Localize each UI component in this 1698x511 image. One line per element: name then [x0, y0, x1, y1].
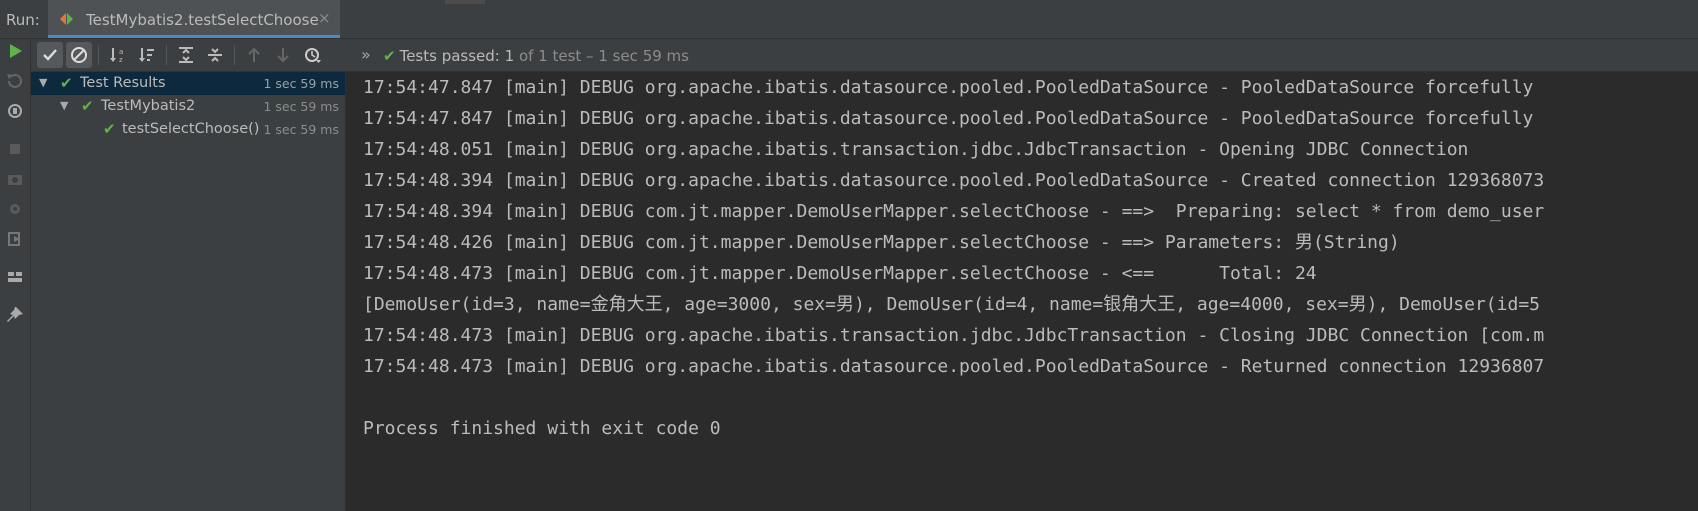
sort-duration-icon: [139, 48, 154, 62]
tree-item-duration: 1 sec 59 ms: [263, 122, 339, 137]
show-ignored-icon: [71, 47, 87, 63]
console-line: 17:54:48.473 [main] DEBUG org.apache.iba…: [363, 356, 1545, 377]
rerun-failed-icon[interactable]: [5, 71, 25, 91]
tree-item-test-method[interactable]: ✔ testSelectChoose() 1 sec 59 ms: [31, 118, 345, 141]
toolbar-separator: [166, 45, 167, 65]
sort-alphabetically-button[interactable]: az: [105, 42, 131, 68]
expand-all-button[interactable]: [173, 42, 199, 68]
test-config-icon: [60, 13, 73, 25]
next-failed-icon: [277, 48, 289, 63]
console-line: 17:54:48.426 [main] DEBUG com.jt.mapper.…: [363, 232, 1400, 253]
console-output[interactable]: 17:54:47.847 [main] DEBUG org.apache.iba…: [346, 72, 1698, 511]
test-history-button[interactable]: [300, 42, 326, 68]
collapse-all-button[interactable]: [202, 42, 228, 68]
console-line: 17:54:48.473 [main] DEBUG com.jt.mapper.…: [363, 263, 1317, 284]
svg-text:z: z: [119, 56, 123, 64]
divider: [445, 0, 485, 4]
console-line: 17:54:48.394 [main] DEBUG com.jt.mapper.…: [363, 201, 1545, 222]
sort-alpha-icon: az: [110, 48, 123, 64]
tree-item-test-results[interactable]: ▼ ✔ Test Results 1 sec 59 ms: [31, 72, 345, 95]
collapse-all-icon: [208, 48, 222, 62]
prev-failed-icon: [248, 47, 260, 62]
run-tool-window-header: Run: TestMybatis2.testSelectChoose ×: [0, 0, 1698, 39]
run-config-tab[interactable]: TestMybatis2.testSelectChoose ×: [48, 0, 340, 38]
pin-icon[interactable]: [5, 305, 25, 325]
console-line: 17:54:48.394 [main] DEBUG org.apache.iba…: [363, 170, 1545, 191]
expand-all-icon: [179, 47, 193, 63]
left-tool-strip: [0, 39, 31, 511]
chevron-down-icon[interactable]: ▼: [39, 76, 47, 89]
tab-title: TestMybatis2.testSelectChoose: [86, 11, 319, 29]
svg-text:a: a: [119, 48, 123, 56]
tree-item-duration: 1 sec 59 ms: [263, 76, 339, 91]
status-sub-text: of 1 test – 1 sec 59 ms: [514, 47, 689, 65]
show-passed-button[interactable]: [37, 42, 63, 68]
run-icon[interactable]: [5, 41, 25, 61]
debug-settings-icon[interactable]: [5, 199, 25, 219]
tree-item-duration: 1 sec 59 ms: [263, 99, 339, 114]
stop-icon[interactable]: [5, 139, 25, 159]
passed-check-icon: ✔: [81, 97, 94, 115]
chevron-down-icon[interactable]: ▼: [60, 99, 68, 112]
previous-failed-button[interactable]: [241, 42, 267, 68]
screenshot-icon[interactable]: [5, 169, 25, 189]
console-line: [DemoUser(id=3, name=金角大王, age=3000, sex…: [363, 294, 1540, 315]
passed-check-icon: ✔: [103, 120, 116, 138]
toggle-autotest-icon[interactable]: [5, 101, 25, 121]
run-label: Run:: [6, 11, 40, 29]
tree-item-label: TestMybatis2: [101, 98, 196, 114]
tree-item-test-class[interactable]: ▼ ✔ TestMybatis2 1 sec 59 ms: [31, 95, 345, 118]
passed-check-icon: ✔: [383, 47, 396, 65]
sort-by-duration-button[interactable]: [134, 42, 160, 68]
history-icon: [305, 48, 321, 63]
console-line: 17:54:48.051 [main] DEBUG org.apache.iba…: [363, 139, 1469, 160]
exit-icon[interactable]: [5, 229, 25, 249]
more-actions-chevron-icon[interactable]: »: [361, 45, 371, 64]
test-status: ✔ Tests passed: 1 of 1 test – 1 sec 59 ms: [383, 47, 689, 65]
toolbar-separator: [234, 45, 235, 65]
tree-item-label: Test Results: [80, 75, 166, 91]
console-line: 17:54:48.473 [main] DEBUG org.apache.iba…: [363, 325, 1545, 346]
status-main-text: Tests passed: 1: [399, 47, 515, 65]
next-failed-button[interactable]: [270, 42, 296, 68]
show-passed-icon: [43, 49, 57, 61]
test-results-tree: ▼ ✔ Test Results 1 sec 59 ms ▼ ✔ TestMyb…: [31, 72, 346, 511]
close-icon[interactable]: ×: [318, 9, 331, 27]
console-line: 17:54:47.847 [main] DEBUG org.apache.iba…: [363, 77, 1534, 98]
passed-check-icon: ✔: [60, 74, 73, 92]
show-ignored-button[interactable]: [66, 42, 92, 68]
tree-item-label: testSelectChoose(): [122, 121, 260, 137]
process-exit-line: Process finished with exit code 0: [363, 418, 721, 439]
test-toolbar: az » ✔ Tests passed: 1 of 1 test – 1 sec …: [31, 39, 1698, 72]
toolbar-separator: [98, 45, 99, 65]
console-line: 17:54:47.847 [main] DEBUG org.apache.iba…: [363, 108, 1534, 129]
layout-icon[interactable]: [5, 267, 25, 287]
